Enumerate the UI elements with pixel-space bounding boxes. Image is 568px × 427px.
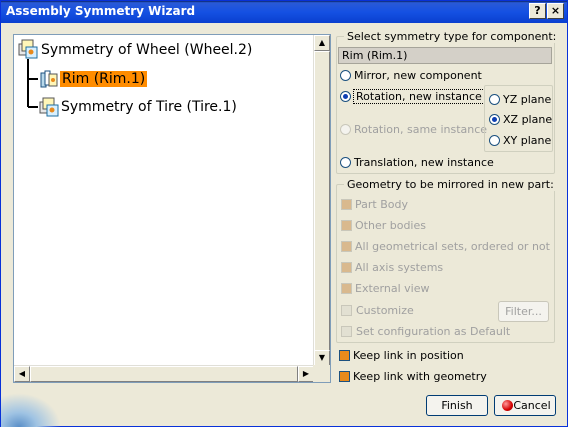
rotation-new-instance-label: Rotation, new instance xyxy=(353,89,485,104)
scroll-down-arrow-icon[interactable]: ▼ xyxy=(314,350,330,366)
customize-label: Customize xyxy=(356,304,414,317)
set-configuration-checkbox xyxy=(341,326,352,337)
scroll-left-arrow-icon[interactable]: ◀ xyxy=(14,366,30,382)
scroll-up-arrow-icon[interactable]: ▲ xyxy=(314,35,330,51)
translation-new-instance-label: Translation, new instance xyxy=(354,156,494,169)
axis-systems-checkbox xyxy=(341,262,352,273)
axis-systems-label: All axis systems xyxy=(355,261,444,274)
scroll-right-arrow-icon[interactable]: ▶ xyxy=(298,366,314,382)
external-view-label: External view xyxy=(355,282,430,295)
external-view-checkbox xyxy=(341,283,352,294)
geometry-group-label: Geometry to be mirrored in new part: xyxy=(344,178,557,191)
help-button[interactable]: ? xyxy=(529,3,546,19)
geometrical-sets-checkbox xyxy=(341,241,352,252)
rotation-same-instance-label: Rotation, same instance xyxy=(354,123,488,136)
yz-plane-label: YZ plane xyxy=(503,93,552,106)
xz-plane-label: XZ plane xyxy=(503,113,553,126)
keep-link-geometry-label: Keep link with geometry xyxy=(353,370,487,383)
vertical-scrollbar[interactable]: ▲ ▼ xyxy=(313,35,330,366)
set-configuration-label: Set configuration as Default xyxy=(356,325,511,338)
cancel-label: Cancel xyxy=(513,399,551,412)
keep-link-geometry-checkbox[interactable] xyxy=(339,371,350,382)
keep-link-position-checkbox[interactable] xyxy=(339,350,350,361)
horizontal-scrollbar[interactable]: ◀ ▶ xyxy=(14,365,314,382)
window-title: Assembly Symmetry Wizard xyxy=(6,4,196,18)
tree-root-node[interactable]: Symmetry of Wheel (Wheel.2) xyxy=(41,42,252,58)
yz-plane-radio[interactable] xyxy=(489,94,500,105)
decorative-globe-icon xyxy=(1,393,61,427)
component-name-field: Rim (Rim.1) xyxy=(338,47,552,64)
close-button[interactable]: × xyxy=(547,3,564,19)
scroll-corner xyxy=(313,365,330,382)
assembly-symmetry-wizard-window: Assembly Symmetry Wizard ? × Symmetry of… xyxy=(0,0,568,427)
vertical-scroll-thumb[interactable] xyxy=(314,51,330,351)
component-tree[interactable]: Symmetry of Wheel (Wheel.2) Rim (Rim.1) xyxy=(13,34,331,383)
part-body-label: Part Body xyxy=(355,198,408,211)
cancel-icon xyxy=(502,400,513,411)
symmetry-type-label: Select symmetry type for component: xyxy=(344,30,560,43)
xz-plane-radio[interactable] xyxy=(489,114,500,125)
xy-plane-radio[interactable] xyxy=(489,135,500,146)
filter-button: Filter... xyxy=(498,301,549,322)
mirror-new-component-label: Mirror, new component xyxy=(354,69,482,82)
finish-button[interactable]: Finish xyxy=(426,395,488,416)
rotation-new-instance-radio[interactable] xyxy=(340,91,351,102)
cancel-button[interactable]: Cancel xyxy=(494,395,556,416)
tree-node-rim[interactable]: Rim (Rim.1) xyxy=(60,71,148,87)
geometrical-sets-label: All geometrical sets, ordered or not xyxy=(355,240,550,253)
part-body-checkbox xyxy=(341,199,352,210)
rotation-same-instance-radio xyxy=(340,124,351,135)
tree-node-rim-label: Rim (Rim.1) xyxy=(60,71,148,87)
tree-node-tire[interactable]: Symmetry of Tire (Tire.1) xyxy=(61,99,237,115)
assembly-product-icon xyxy=(38,96,60,118)
other-bodies-checkbox xyxy=(341,220,352,231)
assembly-product-icon xyxy=(17,38,39,60)
translation-new-instance-radio[interactable] xyxy=(340,157,351,168)
other-bodies-label: Other bodies xyxy=(355,219,426,232)
keep-link-position-label: Keep link in position xyxy=(353,349,464,362)
mirror-new-component-radio[interactable] xyxy=(340,70,351,81)
component-name-value: Rim (Rim.1) xyxy=(342,49,408,62)
customize-checkbox xyxy=(341,305,352,316)
horizontal-scroll-thumb[interactable] xyxy=(30,366,298,382)
part-instance-icon xyxy=(38,68,60,90)
title-bar[interactable]: Assembly Symmetry Wizard ? × xyxy=(1,1,567,23)
tree-content: Symmetry of Wheel (Wheel.2) Rim (Rim.1) xyxy=(14,35,314,365)
xy-plane-label: XY plane xyxy=(503,134,552,147)
